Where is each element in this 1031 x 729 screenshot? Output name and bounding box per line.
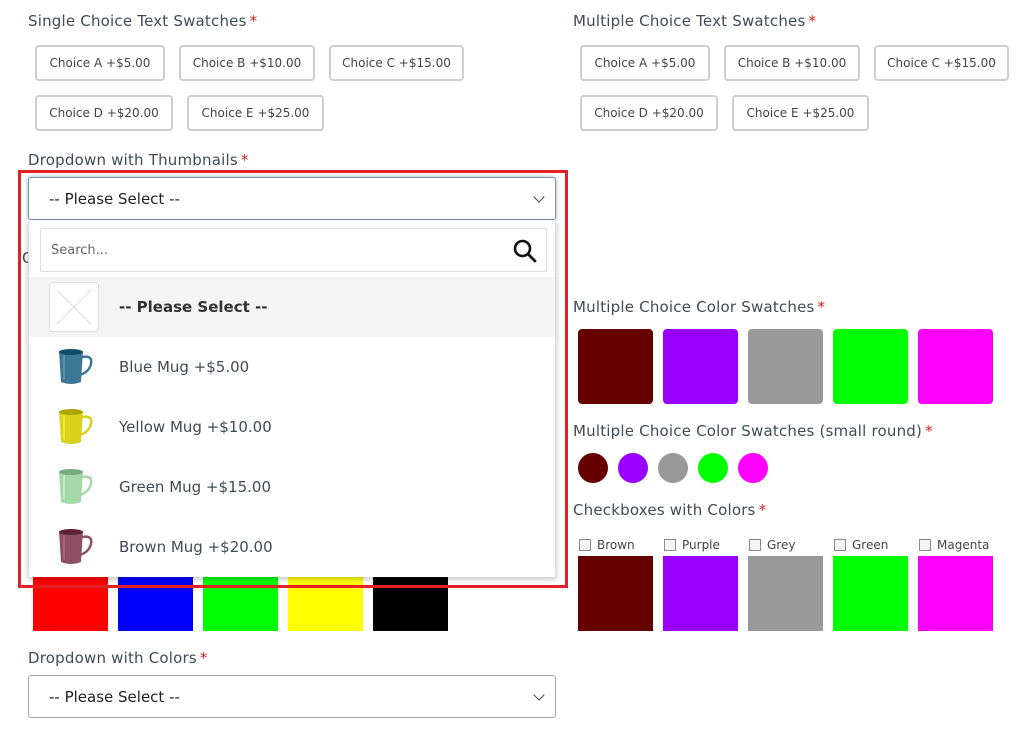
yellow-mug-thumbnail	[59, 409, 93, 444]
option-label: Yellow Mug +$10.00	[119, 418, 272, 436]
dropdown-thumbnails-label: Dropdown with Thumbnails *	[28, 151, 249, 169]
single-text-swatches-label: Single Choice Text Swatches *	[28, 12, 257, 30]
single-text-swatches-label-text: Single Choice Text Swatches	[28, 12, 247, 30]
checkbox-colors-label-text: Checkboxes with Colors	[573, 501, 756, 519]
required-asterisk: *	[925, 422, 933, 440]
dropdown-option-yellow-mug[interactable]: Yellow Mug +$10.00	[29, 397, 555, 457]
dropdown-search	[40, 228, 547, 272]
checkbox-icon[interactable]	[919, 539, 931, 551]
mug-highlight	[63, 415, 65, 440]
multi-choice-b[interactable]: Choice B +$10.00	[724, 45, 860, 81]
mug-rim	[59, 469, 83, 475]
multi-choice-d[interactable]: Choice D +$20.00	[580, 95, 718, 131]
dropdown-thumbnails-label-text: Dropdown with Thumbnails	[28, 151, 238, 169]
checkbox-icon[interactable]	[664, 539, 676, 551]
checkbox-swatch-green[interactable]	[833, 556, 908, 631]
round-swatch-magenta[interactable]	[738, 453, 768, 483]
single-choice-c[interactable]: Choice C +$15.00	[329, 45, 464, 81]
round-swatch-brown[interactable]	[578, 453, 608, 483]
checkbox-label: Purple	[682, 538, 720, 552]
checkbox-brown[interactable]: Brown	[579, 538, 635, 552]
checkbox-swatch-brown[interactable]	[578, 556, 653, 631]
checkbox-icon[interactable]	[749, 539, 761, 551]
multi-color-swatch-grey[interactable]	[748, 329, 823, 404]
blue-mug-thumbnail	[59, 349, 93, 384]
round-swatch-green[interactable]	[698, 453, 728, 483]
checkbox-green[interactable]: Green	[834, 538, 888, 552]
required-asterisk: *	[817, 298, 826, 316]
option-label: Brown Mug +$20.00	[119, 538, 273, 556]
multi-text-swatches-label-text: Multiple Choice Text Swatches	[573, 12, 806, 30]
dropdown-colors-label-text: Dropdown with Colors	[28, 649, 197, 667]
single-choice-e[interactable]: Choice E +$25.00	[187, 95, 324, 131]
multi-text-swatches-label: Multiple Choice Text Swatches *	[573, 12, 816, 30]
checkbox-label: Grey	[767, 538, 796, 552]
round-swatch-grey[interactable]	[658, 453, 688, 483]
checkbox-label: Brown	[597, 538, 635, 552]
option-label: -- Please Select --	[119, 298, 268, 316]
dropdown-option-please-select[interactable]: -- Please Select --	[29, 277, 555, 337]
checkbox-icon[interactable]	[579, 539, 591, 551]
required-asterisk: *	[249, 12, 258, 30]
multi-color-swatches-label: Multiple Choice Color Swatches *	[573, 298, 825, 316]
multi-choice-e[interactable]: Choice E +$25.00	[732, 95, 869, 131]
single-choice-a[interactable]: Choice A +$5.00	[35, 45, 165, 81]
multi-color-round-label: Multiple Choice Color Swatches (small ro…	[573, 422, 933, 440]
mug-rim	[59, 529, 83, 535]
mug-highlight	[63, 535, 65, 560]
required-asterisk: *	[758, 501, 767, 519]
multi-color-swatch-brown[interactable]	[578, 329, 653, 404]
single-choice-b[interactable]: Choice B +$10.00	[179, 45, 315, 81]
mug-body	[59, 531, 83, 564]
green-mug-thumbnail	[59, 469, 93, 504]
dropdown-colors-select[interactable]: -- Please Select --	[28, 675, 556, 718]
multi-color-swatch-green[interactable]	[833, 329, 908, 404]
multi-color-round-label-text: Multiple Choice Color Swatches (small ro…	[573, 422, 923, 440]
dropdown-option-brown-mug[interactable]: Brown Mug +$20.00	[29, 517, 555, 577]
mug-body	[59, 411, 83, 444]
multi-color-swatches-label-text: Multiple Choice Color Swatches	[573, 298, 815, 316]
dropdown-option-green-mug[interactable]: Green Mug +$15.00	[29, 457, 555, 517]
mug-body	[59, 351, 83, 384]
required-asterisk: *	[240, 151, 249, 169]
checkbox-swatch-magenta[interactable]	[918, 556, 993, 631]
round-swatch-purple[interactable]	[618, 453, 648, 483]
dropdown-search-input[interactable]	[41, 229, 501, 271]
dropdown-thumbnails-value: -- Please Select --	[49, 189, 180, 208]
dropdown-thumbnails-panel: -- Please Select -- Blue Mug +$5.00 Yell…	[28, 220, 556, 577]
multi-choice-c[interactable]: Choice C +$15.00	[874, 45, 1009, 81]
multi-color-swatch-purple[interactable]	[663, 329, 738, 404]
mug-highlight	[63, 355, 65, 380]
option-label: Green Mug +$15.00	[119, 478, 271, 496]
search-icon[interactable]	[512, 238, 538, 264]
brown-mug-thumbnail	[59, 529, 93, 564]
required-asterisk: *	[199, 649, 208, 667]
chevron-down-icon	[533, 688, 545, 701]
checkbox-label: Green	[852, 538, 889, 552]
multi-color-swatch-magenta[interactable]	[918, 329, 993, 404]
dropdown-colors-value: -- Please Select --	[49, 687, 180, 706]
checkbox-swatch-purple[interactable]	[663, 556, 738, 631]
required-asterisk: *	[808, 12, 817, 30]
dropdown-option-blue-mug[interactable]: Blue Mug +$5.00	[29, 337, 555, 397]
placeholder-x-icon	[49, 282, 99, 332]
multi-choice-a[interactable]: Choice A +$5.00	[580, 45, 710, 81]
chevron-down-icon	[533, 190, 545, 203]
checkbox-magenta[interactable]: Magenta	[919, 538, 989, 552]
mug-highlight	[63, 475, 65, 500]
dropdown-colors-label: Dropdown with Colors *	[28, 649, 208, 667]
checkbox-label: Magenta	[937, 538, 990, 552]
checkbox-purple[interactable]: Purple	[664, 538, 720, 552]
checkbox-colors-label: Checkboxes with Colors *	[573, 501, 766, 519]
mug-rim	[59, 409, 83, 415]
option-label: Blue Mug +$5.00	[119, 358, 250, 376]
mug-body	[59, 471, 83, 504]
dropdown-thumbnails-select[interactable]: -- Please Select --	[28, 177, 556, 220]
mug-rim	[59, 349, 83, 355]
checkbox-swatch-grey[interactable]	[748, 556, 823, 631]
checkbox-grey[interactable]: Grey	[749, 538, 795, 552]
checkbox-icon[interactable]	[834, 539, 846, 551]
single-choice-d[interactable]: Choice D +$20.00	[35, 95, 173, 131]
